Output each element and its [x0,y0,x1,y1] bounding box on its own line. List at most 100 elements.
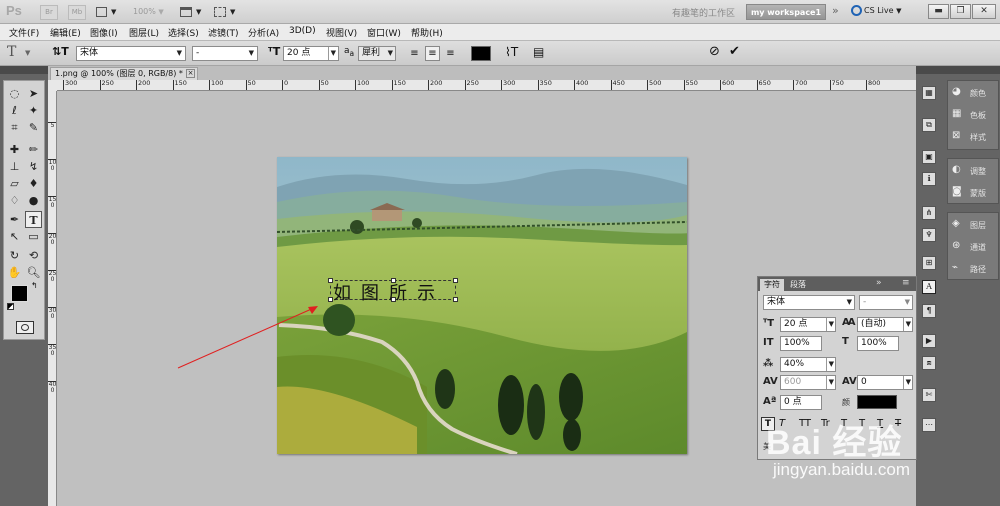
cancel-edit-icon[interactable]: ⊘ [709,44,720,59]
restore-button[interactable]: ❐ [950,4,971,19]
type-tool-preset-icon[interactable]: T [7,44,16,60]
swap-colors-icon[interactable]: ↰ [31,281,38,290]
zoom-level[interactable]: 100% ▼ [133,7,164,16]
menu-select[interactable]: 选择(S) [168,26,199,39]
clone-stamp-icon[interactable]: ⊥ [6,158,23,175]
dock-collapse-bar[interactable] [0,66,48,74]
char-horizontal-scale-field[interactable]: 100% [857,336,899,351]
extras-button[interactable]: ▼ [96,5,122,20]
dock-collapse-bar[interactable] [946,66,1000,74]
toggle-panels-icon[interactable]: ▤ [533,45,544,59]
menu-layer[interactable]: 图层(L) [129,26,159,39]
menu-3d[interactable]: 3D(D) [289,26,316,36]
font-size-select[interactable]: 20 点 ▼ [283,46,339,61]
brush-tool-icon[interactable]: ✏ [25,141,42,158]
actions-icon[interactable]: ▶ [922,334,936,348]
font-family-select[interactable]: 宋体 ▼ [76,46,186,61]
align-left-button[interactable]: ≡ [407,46,422,61]
eraser-tool-icon[interactable]: ▱ [6,175,23,192]
text-orientation-icon[interactable]: ⇅T [52,45,69,58]
navigator-icon[interactable]: ▣ [922,150,936,164]
document-image[interactable] [277,157,687,454]
align-right-button[interactable]: ≡ [443,46,458,61]
menu-analysis[interactable]: 分析(A) [248,26,279,39]
3d-rotate-icon[interactable]: ↻ [6,247,23,264]
document-tab[interactable]: 1.png @ 100% (图层 0, RGB/8) * × [50,67,198,80]
arrange-documents-button[interactable]: ▼ [180,5,208,20]
mini-bridge-button[interactable]: Mb [68,5,86,20]
char-kerning-field[interactable]: 600 ▼ [780,375,836,390]
char-font-family-select[interactable]: 宋体 ▼ [763,295,855,310]
menu-help[interactable]: 帮助(H) [411,26,443,39]
char-tracking-field[interactable]: 0 ▼ [857,375,913,390]
menu-view[interactable]: 视图(V) [326,26,357,39]
bridge-button[interactable]: Br [40,5,58,20]
info-icon[interactable]: ℹ [922,172,936,186]
workspace-more-icon[interactable]: » [832,4,839,17]
warp-text-icon[interactable]: ⌇T [505,45,518,59]
crop-tool-icon[interactable]: ⌗ [6,119,23,136]
zoom-tool-icon[interactable]: 🔍︎ [25,264,42,281]
char-tsume-field[interactable]: 40% ▼ [780,357,836,372]
pen-tool-icon[interactable]: ✒ [6,211,23,228]
workspace-current[interactable]: 有趣笔的工作区 [672,6,735,19]
tab-paragraph[interactable]: 段落 [786,279,810,291]
char-color-swatch[interactable] [857,395,897,409]
chevron-down-icon[interactable]: ▼ [25,49,30,57]
menu-filter[interactable]: 滤镜(T) [208,26,239,39]
char-vertical-scale-field[interactable]: 100% [780,336,822,351]
marquee-tool-icon[interactable]: ◌ [6,85,23,102]
foreground-color-swatch[interactable] [11,285,28,302]
magic-wand-icon[interactable]: ✦ [25,102,42,119]
shape-tool-icon[interactable]: ▭ [25,228,42,245]
default-colors-icon[interactable] [7,303,14,310]
layer-comps-icon[interactable]: ⊞ [922,256,936,270]
lasso-tool-icon[interactable]: ℓ [6,102,23,119]
panel-swatches[interactable]: 色板 [970,110,986,121]
char-font-size-field[interactable]: 20 点 ▼ [780,317,836,332]
healing-brush-icon[interactable]: ✚ [6,141,23,158]
panel-paths[interactable]: 路径 [970,264,986,275]
align-center-button[interactable]: ≡ [425,46,440,61]
close-document-icon[interactable]: × [186,69,195,78]
tool-presets-icon[interactable]: ⧈ [922,356,936,370]
transform-handle[interactable] [453,297,458,302]
paint-bucket-icon[interactable]: ♦ [25,175,42,192]
histogram-icon[interactable]: ▦ [922,86,936,100]
close-button[interactable]: ✕ [972,4,996,19]
panel-styles[interactable]: 样式 [970,132,986,143]
workspace-button[interactable]: my workspace1 [746,4,826,20]
text-layer-content[interactable]: 如图所示 [333,279,445,305]
commit-edit-icon[interactable]: ✔ [729,44,740,59]
dodge-tool-icon[interactable]: ● [25,192,42,209]
eyedropper-icon[interactable]: ✎ [25,119,42,136]
tab-character[interactable]: 字符 [760,279,784,291]
blur-tool-icon[interactable]: ♢ [6,192,23,209]
quick-mask-button[interactable] [16,321,34,334]
notes-icon[interactable]: ✄ [922,388,936,402]
char-leading-field[interactable]: (自动) ▼ [857,317,913,332]
menu-file[interactable]: 文件(F) [9,26,39,39]
character-panel-header[interactable]: 字符 段落 » ≡ [758,277,916,291]
dock-collapse-bar[interactable] [916,66,946,74]
minimize-button[interactable]: ▬ [928,4,949,19]
collapse-icon[interactable]: » [876,278,882,288]
move-tool-icon[interactable]: ➤ [25,85,42,102]
history-brush-icon[interactable]: ↯ [25,158,42,175]
hand-tool-icon[interactable]: ✋ [6,264,23,281]
font-style-select[interactable]: - ▼ [192,46,258,61]
screen-mode-button[interactable]: ▼ [214,5,242,20]
animation-icon[interactable]: ⋯ [922,418,936,432]
character-panel-icon[interactable]: A [922,280,936,294]
antialias-select[interactable]: 犀利 ▼ [358,46,396,61]
char-font-style-select[interactable]: - ▼ [859,295,913,310]
panel-color[interactable]: 颜色 [970,88,986,99]
panel-layers[interactable]: 图层 [970,220,986,231]
transform-handle[interactable] [453,278,458,283]
3d-orbit-icon[interactable]: ⟲ [25,247,42,264]
history-icon[interactable]: ⧉ [922,118,936,132]
menu-image[interactable]: 图像(I) [90,26,118,39]
panel-menu-icon[interactable]: ≡ [902,278,910,288]
char-baseline-field[interactable]: 0 点 [780,395,822,410]
panel-adjustments[interactable]: 调整 [970,166,986,177]
